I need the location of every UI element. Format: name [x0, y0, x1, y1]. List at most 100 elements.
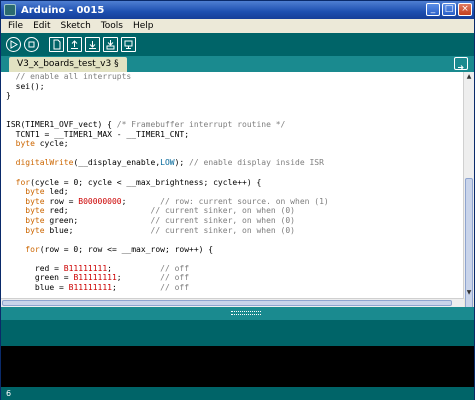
- code-token: byte: [25, 187, 45, 197]
- code-token: blue;: [44, 225, 151, 235]
- tab-bar: V3_x_boards_test_v3 §: [1, 56, 474, 72]
- code-token: ;: [111, 283, 161, 293]
- console-output[interactable]: [1, 346, 474, 387]
- upload-icon: [106, 40, 115, 50]
- code-token: (__display_enable,: [73, 158, 161, 168]
- code-line: byte cycle;: [6, 139, 464, 149]
- menu-help[interactable]: Help: [128, 19, 159, 33]
- footer-bar: 6: [1, 387, 474, 400]
- arduino-window: Arduino - 0015 _ □ × File Edit Sketch To…: [0, 0, 475, 400]
- new-button[interactable]: [49, 37, 64, 52]
- vertical-scrollbar[interactable]: ▲ ▼: [463, 72, 474, 350]
- message-pane: [1, 320, 474, 346]
- horizontal-scrollbar[interactable]: [1, 298, 464, 307]
- open-button[interactable]: [67, 37, 82, 52]
- code-line: byte blue; // current sinker, on when (0…: [6, 226, 464, 236]
- code-token: LOW: [160, 158, 175, 168]
- code-token: digitalWrite: [15, 158, 74, 168]
- scroll-up-icon[interactable]: ▲: [465, 73, 473, 81]
- minimize-button[interactable]: _: [426, 3, 440, 16]
- verify-button[interactable]: [6, 37, 21, 52]
- maximize-button[interactable]: □: [442, 3, 456, 16]
- code-line: byte row = B00000000; // row: current so…: [6, 197, 464, 207]
- scroll-down-icon[interactable]: ▼: [465, 289, 473, 297]
- code-token: }: [6, 91, 11, 101]
- code-token: // off: [160, 263, 190, 273]
- code-token: /* Framebuffer interrupt routine */: [116, 119, 286, 129]
- code-token: TCNT1 = __TIMER1_MAX - __TIMER1_CNT;: [6, 129, 190, 139]
- arduino-app-icon: [4, 4, 16, 16]
- window-controls: _ □ ×: [426, 3, 472, 16]
- code-token: byte: [15, 139, 35, 149]
- serial-monitor-icon: [124, 40, 133, 49]
- title-bar[interactable]: Arduino - 0015 _ □ ×: [1, 1, 474, 19]
- toolbar: [1, 33, 474, 56]
- code-editor[interactable]: // enable all interrupts sei();} ISR(TIM…: [1, 72, 464, 298]
- save-button[interactable]: [85, 37, 100, 52]
- save-icon: [89, 41, 96, 49]
- menu-sketch[interactable]: Sketch: [56, 19, 96, 33]
- code-line: TCNT1 = __TIMER1_MAX - __TIMER1_CNT;: [6, 130, 464, 140]
- menu-tools[interactable]: Tools: [96, 19, 128, 33]
- code-line: blue = B11111111; // off: [6, 283, 464, 293]
- stop-button[interactable]: [24, 37, 39, 52]
- splitter-handle[interactable]: [231, 311, 261, 315]
- serial-monitor-button[interactable]: [121, 37, 136, 52]
- status-bar: [1, 307, 474, 320]
- play-icon: [10, 40, 18, 49]
- code-token: byte: [25, 206, 45, 216]
- code-text[interactable]: // enable all interrupts sei();} ISR(TIM…: [1, 72, 464, 298]
- new-file-icon: [53, 39, 61, 50]
- code-line: for(cycle = 0; cycle < __max_brightness;…: [6, 178, 464, 188]
- code-token: for: [15, 177, 31, 187]
- upload-button[interactable]: [103, 37, 118, 52]
- code-line: digitalWrite(__display_enable,LOW); // e…: [6, 158, 464, 168]
- code-token: B11111111: [68, 283, 112, 293]
- code-token: ISR(TIMER1_OVF_vect) {: [6, 119, 117, 129]
- code-token: led;: [44, 187, 69, 197]
- code-line: // enable all interrupts: [6, 72, 464, 82]
- code-token: ;: [107, 263, 161, 273]
- open-icon: [71, 40, 78, 49]
- tab-sketch[interactable]: V3_x_boards_test_v3 §: [9, 57, 127, 72]
- tab-menu-button[interactable]: [454, 57, 468, 70]
- code-token: (cycle = 0; cycle < __max_brightness; cy…: [30, 177, 262, 187]
- menu-edit[interactable]: Edit: [28, 19, 55, 33]
- close-button[interactable]: ×: [458, 3, 472, 16]
- code-line: ISR(TIMER1_OVF_vect) { /* Framebuffer in…: [6, 120, 464, 130]
- code-token: B11111111: [73, 273, 117, 283]
- code-token: );: [174, 158, 190, 168]
- code-line: byte led;: [6, 187, 464, 197]
- horizontal-scroll-thumb[interactable]: [2, 300, 452, 306]
- code-token: B00000000: [78, 196, 122, 206]
- code-token: byte: [25, 225, 45, 235]
- code-token: blue =: [6, 283, 69, 293]
- code-line: sei();: [6, 82, 464, 92]
- code-token: sei();: [6, 81, 45, 91]
- code-line: byte red; // current sinker, on when (0): [6, 206, 464, 216]
- code-line: byte green; // current sinker, on when (…: [6, 216, 464, 226]
- stop-icon: [28, 41, 35, 48]
- code-token: // enable all interrupts: [6, 72, 132, 81]
- code-token: row =: [44, 196, 79, 206]
- window-title: Arduino - 0015: [21, 4, 105, 16]
- code-token: byte: [25, 215, 45, 225]
- code-line: }: [6, 91, 464, 101]
- menu-file[interactable]: File: [1, 19, 28, 33]
- code-token: // row: current source. on when (1): [160, 196, 329, 206]
- code-token: ;: [121, 196, 161, 206]
- code-token: B11111111: [63, 263, 108, 273]
- code-token: green;: [44, 215, 151, 225]
